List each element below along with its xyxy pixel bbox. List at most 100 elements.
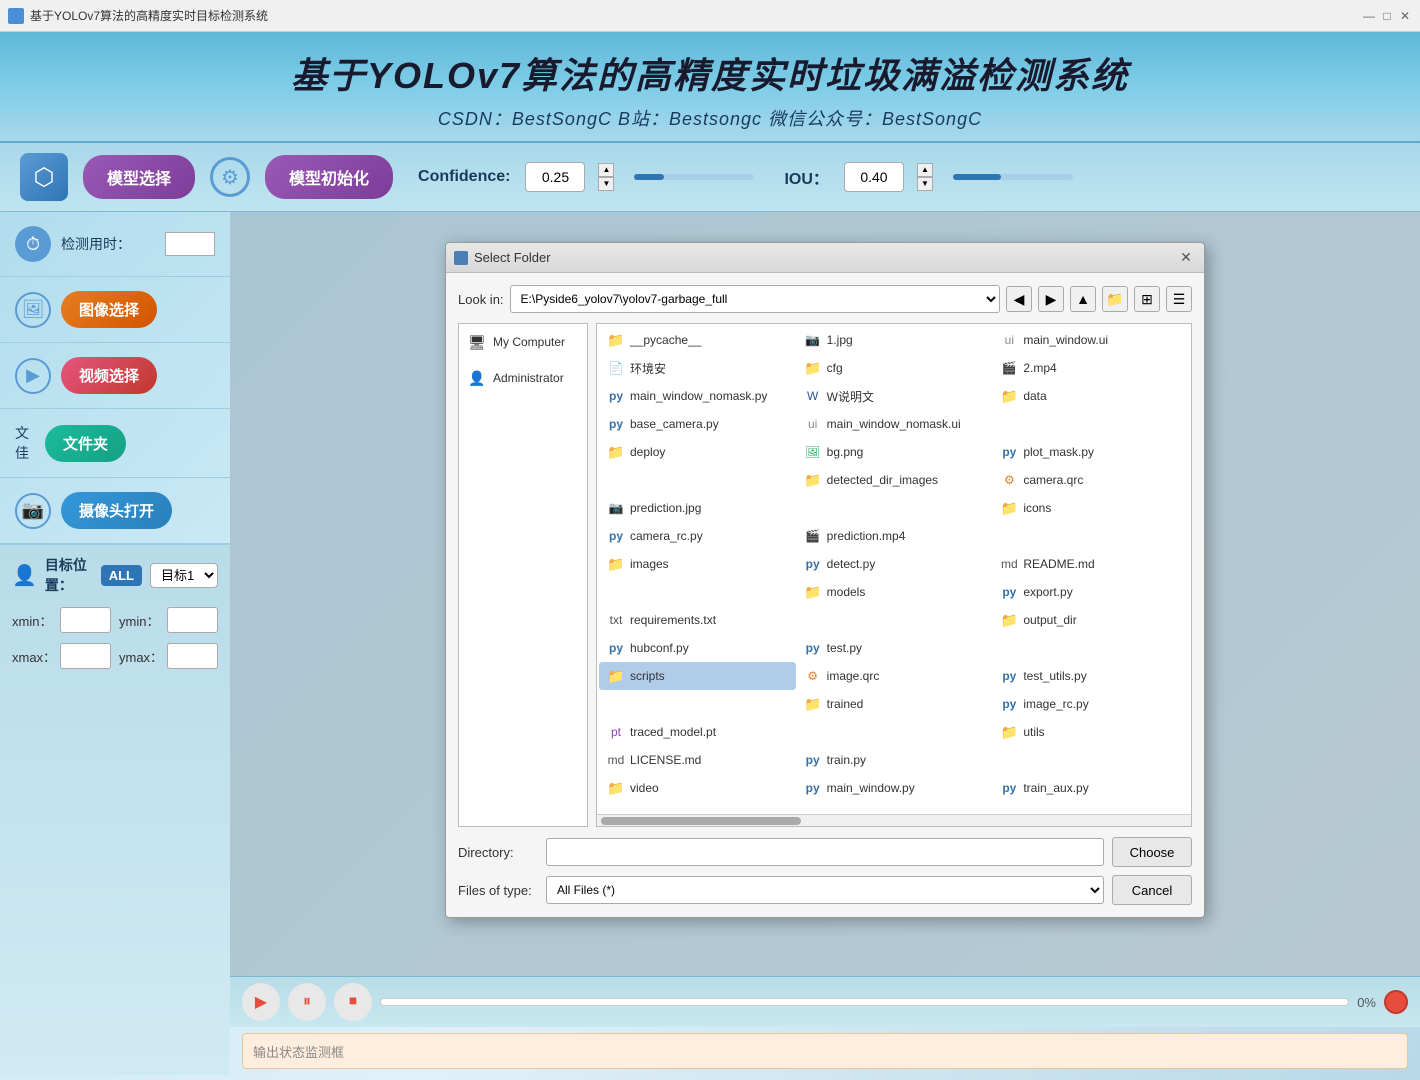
confidence-up[interactable]: ▲ — [598, 163, 614, 177]
file-item[interactable]: 🎬prediction.mp4 — [796, 522, 993, 550]
iou-spinner[interactable]: ▲ ▼ — [917, 163, 933, 191]
minimize-button[interactable]: — — [1362, 9, 1376, 23]
play-button[interactable]: ▶ — [242, 983, 280, 1021]
file-item[interactable]: ⚙camera.qrc — [992, 466, 1189, 494]
folder-item[interactable]: 文佳 文件夹 — [0, 409, 230, 478]
nav-up-button[interactable]: ▲ — [1070, 286, 1096, 312]
dialog-title-text: Select Folder — [474, 250, 1176, 265]
ymin-input[interactable] — [167, 607, 218, 633]
xmin-input[interactable] — [60, 607, 111, 633]
new-folder-button[interactable]: 📁 — [1102, 286, 1128, 312]
file-item[interactable]: pyimage_rc.py — [992, 690, 1189, 718]
file-item[interactable]: pytrain_aux.py — [992, 774, 1189, 802]
iou-up[interactable]: ▲ — [917, 163, 933, 177]
file-item[interactable]: 📁models — [796, 578, 993, 606]
file-item[interactable]: 📁icons — [992, 494, 1189, 522]
file-item[interactable]: pydetect.py — [796, 550, 993, 578]
file-item[interactable]: 📁cfg — [796, 354, 993, 382]
file-item[interactable]: uimain_window.ui — [992, 326, 1189, 354]
places-item-administrator[interactable]: 👤 Administrator — [459, 360, 587, 396]
video-select-button[interactable]: 视频选择 — [61, 357, 157, 394]
view-list-button[interactable]: ☰ — [1166, 286, 1192, 312]
file-item[interactable]: pycamera_rc.py — [599, 522, 796, 550]
file-icon: pt — [607, 723, 625, 741]
file-item[interactable]: pytest.py — [796, 634, 993, 662]
file-item[interactable]: txtrequirements.txt — [599, 606, 796, 634]
file-item[interactable]: pytest_utils.py — [992, 662, 1189, 690]
target-select[interactable]: 目标1 — [150, 563, 218, 588]
confidence-spinner[interactable]: ▲ ▼ — [598, 163, 614, 191]
title-bar-text: 基于YOLOv7算法的高精度实时目标检测系统 — [30, 7, 268, 24]
xmax-input[interactable] — [60, 643, 111, 669]
file-item[interactable]: 📁__pycache__ — [599, 326, 796, 354]
iou-slider-track[interactable] — [953, 174, 1073, 180]
directory-input[interactable] — [546, 838, 1104, 866]
file-item[interactable]: pymain_window_nomask.py — [599, 382, 796, 410]
progress-bar[interactable] — [380, 998, 1349, 1006]
file-item[interactable]: 🎬2.mp4 — [992, 354, 1189, 382]
file-item[interactable]: 📄环境安 — [599, 354, 796, 382]
file-item[interactable]: mdREADME.md — [992, 550, 1189, 578]
file-item[interactable]: 📁utils — [992, 718, 1189, 746]
confidence-input[interactable] — [525, 162, 585, 192]
file-item[interactable]: 📁detected_dir_images — [796, 466, 993, 494]
model-select-button[interactable]: 模型选择 — [83, 155, 195, 199]
ymax-input[interactable] — [167, 643, 218, 669]
file-name: hubconf.py — [630, 641, 689, 655]
file-item[interactable]: 📁deploy — [599, 438, 796, 466]
confidence-slider-fill — [634, 174, 664, 180]
file-item[interactable]: 🖼bg.png — [796, 438, 993, 466]
nav-back-button[interactable]: ◀ — [1006, 286, 1032, 312]
display-area: Select Folder ✕ Look in: E:\Pyside6_yolo… — [230, 212, 1420, 976]
record-button[interactable] — [1384, 990, 1408, 1014]
file-item[interactable]: 📁scripts — [599, 662, 796, 690]
maximize-button[interactable]: □ — [1380, 9, 1394, 23]
places-panel: 🖥 My Computer 👤 Administrator — [458, 323, 588, 827]
file-item[interactable]: 📁output_dir — [992, 606, 1189, 634]
horizontal-scrollbar[interactable] — [597, 814, 1191, 826]
file-item[interactable]: pyplot_mask.py — [992, 438, 1189, 466]
pause-button[interactable]: ⏸ — [288, 983, 326, 1021]
file-item[interactable]: ⚙image.qrc — [796, 662, 993, 690]
folder-button[interactable]: 文件夹 — [45, 425, 126, 462]
file-item[interactable]: uimain_window_nomask.ui — [796, 410, 993, 438]
stop-button[interactable]: ⏹ — [334, 983, 372, 1021]
file-item[interactable]: mdLICENSE.md — [599, 746, 796, 774]
file-item[interactable]: pytrain.py — [796, 746, 993, 774]
file-item[interactable]: pymain_window.py — [796, 774, 993, 802]
file-item[interactable]: 📁trained — [796, 690, 993, 718]
iou-down[interactable]: ▼ — [917, 177, 933, 191]
file-item[interactable]: pttraced_model.pt — [599, 718, 796, 746]
file-name: requirements.txt — [630, 613, 716, 627]
file-item[interactable]: 📷prediction.jpg — [599, 494, 796, 522]
file-item[interactable]: 📁images — [599, 550, 796, 578]
places-item-mycomputer[interactable]: 🖥 My Computer — [459, 324, 587, 360]
camera-button[interactable]: 摄像头打开 — [61, 492, 172, 529]
video-select-item[interactable]: ▶ 视频选择 — [0, 343, 230, 409]
file-item[interactable]: pybase_camera.py — [599, 410, 796, 438]
confidence-slider-track[interactable] — [634, 174, 754, 180]
iou-input[interactable] — [844, 162, 904, 192]
image-select-item[interactable]: 🖼 图像选择 — [0, 277, 230, 343]
cancel-button[interactable]: Cancel — [1112, 875, 1192, 905]
file-item[interactable]: 📁video — [599, 774, 796, 802]
file-icon: 📁 — [804, 471, 822, 489]
nav-forward-button[interactable]: ▶ — [1038, 286, 1064, 312]
confidence-down[interactable]: ▼ — [598, 177, 614, 191]
file-item[interactable]: 📁data — [992, 382, 1189, 410]
camera-item[interactable]: 📷 摄像头打开 — [0, 478, 230, 544]
file-item[interactable]: pyhubconf.py — [599, 634, 796, 662]
image-select-button[interactable]: 图像选择 — [61, 291, 157, 328]
dialog-close-button[interactable]: ✕ — [1176, 248, 1196, 268]
view-grid-button[interactable]: ⊞ — [1134, 286, 1160, 312]
file-item[interactable]: WW说明文 — [796, 382, 993, 410]
file-item[interactable]: pyexport.py — [992, 578, 1189, 606]
progress-percent: 0% — [1357, 995, 1376, 1010]
model-init-button[interactable]: 模型初始化 — [265, 155, 393, 199]
file-name: test.py — [827, 641, 862, 655]
close-button[interactable]: ✕ — [1398, 9, 1412, 23]
filetype-select[interactable]: All Files (*) — [546, 876, 1104, 904]
choose-button[interactable]: Choose — [1112, 837, 1192, 867]
file-item[interactable]: 📷1.jpg — [796, 326, 993, 354]
lookin-path-select[interactable]: E:\Pyside6_yolov7\yolov7-garbage_full — [510, 285, 1000, 313]
